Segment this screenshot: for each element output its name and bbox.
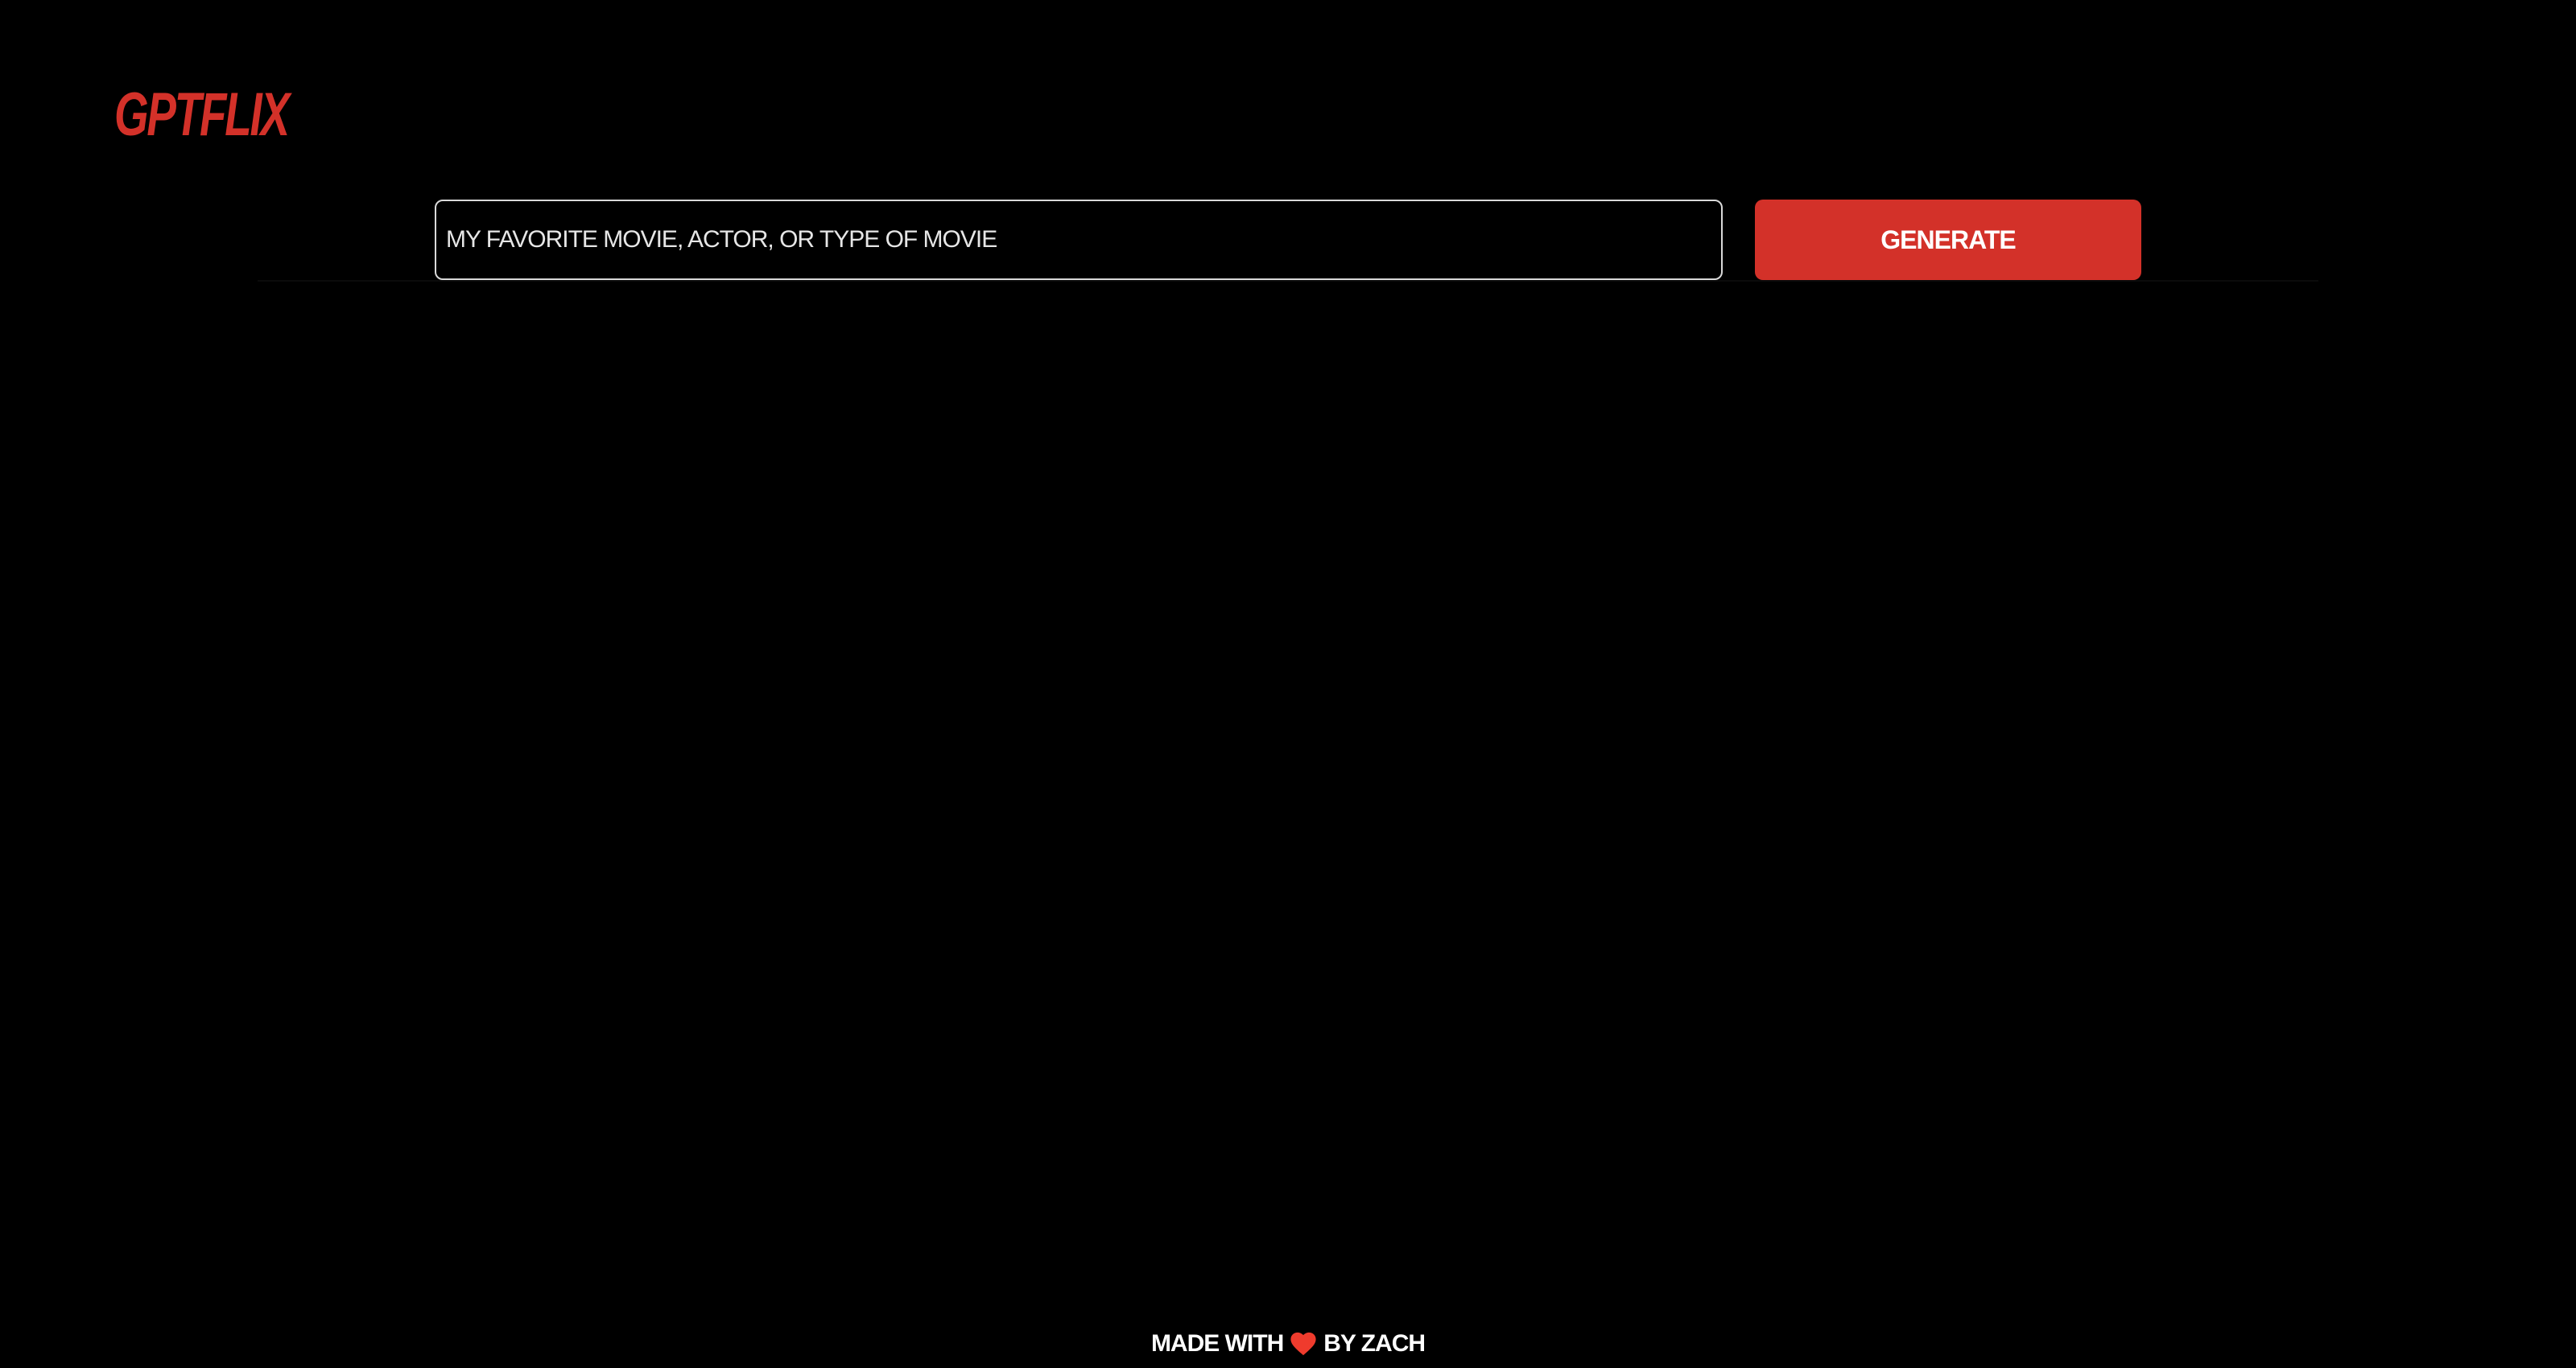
search-bar: GENERATE — [0, 200, 2576, 280]
footer: MADE WITH BY ZACH — [0, 1320, 2576, 1368]
generate-button[interactable]: GENERATE — [1755, 200, 2141, 280]
divider — [258, 280, 2318, 282]
heart-shape — [1290, 1332, 1316, 1356]
search-input[interactable] — [435, 200, 1723, 280]
footer-suffix: BY ZACH — [1323, 1330, 1426, 1357]
heart-icon — [1290, 1330, 1317, 1358]
app-logo[interactable]: GPTFLIX — [114, 79, 290, 151]
footer-prefix: MADE WITH — [1150, 1330, 1284, 1357]
